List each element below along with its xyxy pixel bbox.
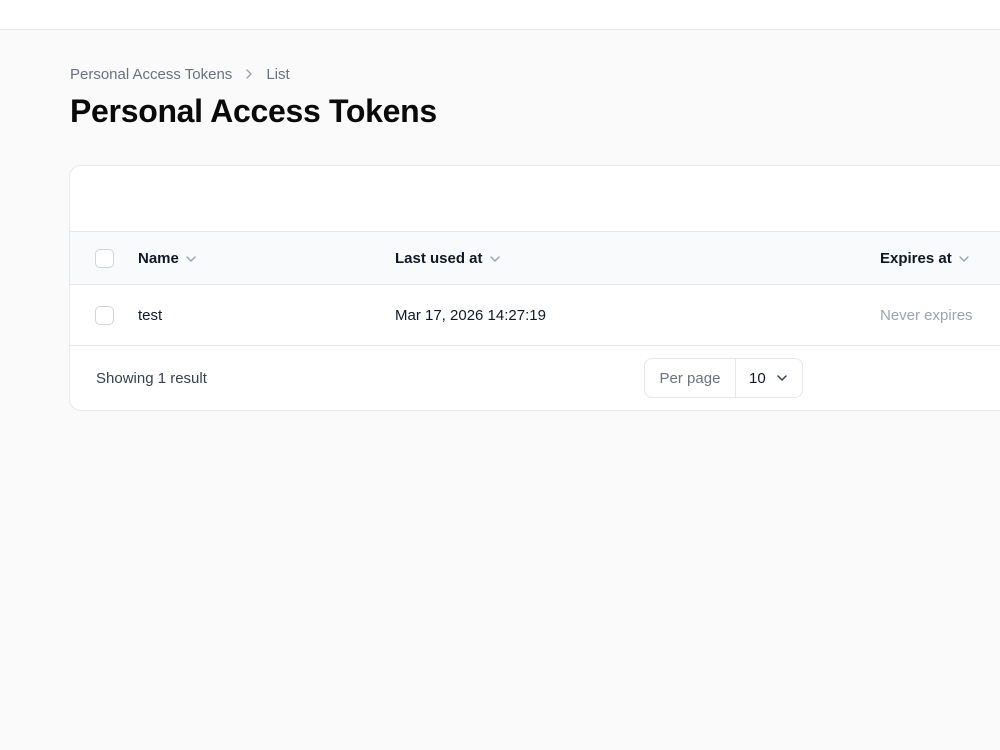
column-header-expires-at[interactable]: Expires at [880,232,970,285]
table-toolbar [70,166,1000,232]
select-all-checkbox[interactable] [95,249,114,268]
table-row[interactable]: test Mar 17, 2026 14:27:19 Never expires [70,285,1000,346]
per-page-control[interactable]: Per page 10 [644,358,803,398]
results-count: Showing 1 result [96,369,207,387]
column-header-expires-at-label: Expires at [880,250,952,267]
column-header-name[interactable]: Name [138,232,197,285]
column-header-last-used-at[interactable]: Last used at [395,232,501,285]
chevron-down-icon [489,255,500,262]
top-bar [0,0,1000,30]
breadcrumb-item-parent[interactable]: Personal Access Tokens [70,66,232,83]
table-footer: Showing 1 result Per page 10 [70,346,1000,410]
tokens-table-card: Name Last used at Expires at test Mar 17… [69,165,1000,411]
chevron-down-icon [186,255,196,262]
column-header-last-used-at-label: Last used at [395,250,483,267]
breadcrumb-item-current: List [266,65,290,83]
row-select-checkbox[interactable] [95,306,114,325]
column-header-name-label: Name [138,250,179,267]
cell-expires-at: Never expires [880,307,973,324]
chevron-down-icon [959,255,969,262]
per-page-label: Per page [645,359,736,397]
cell-last-used-at: Mar 17, 2026 14:27:19 [395,307,546,324]
page-title: Personal Access Tokens [70,93,437,129]
chevron-right-icon [246,69,253,79]
per-page-select[interactable]: 10 [736,359,802,397]
chevron-down-icon [776,375,787,381]
table-header-row: Name Last used at Expires at [70,232,1000,285]
cell-name: test [138,307,163,324]
per-page-value: 10 [749,369,766,387]
breadcrumb: Personal Access Tokens List [70,65,290,83]
